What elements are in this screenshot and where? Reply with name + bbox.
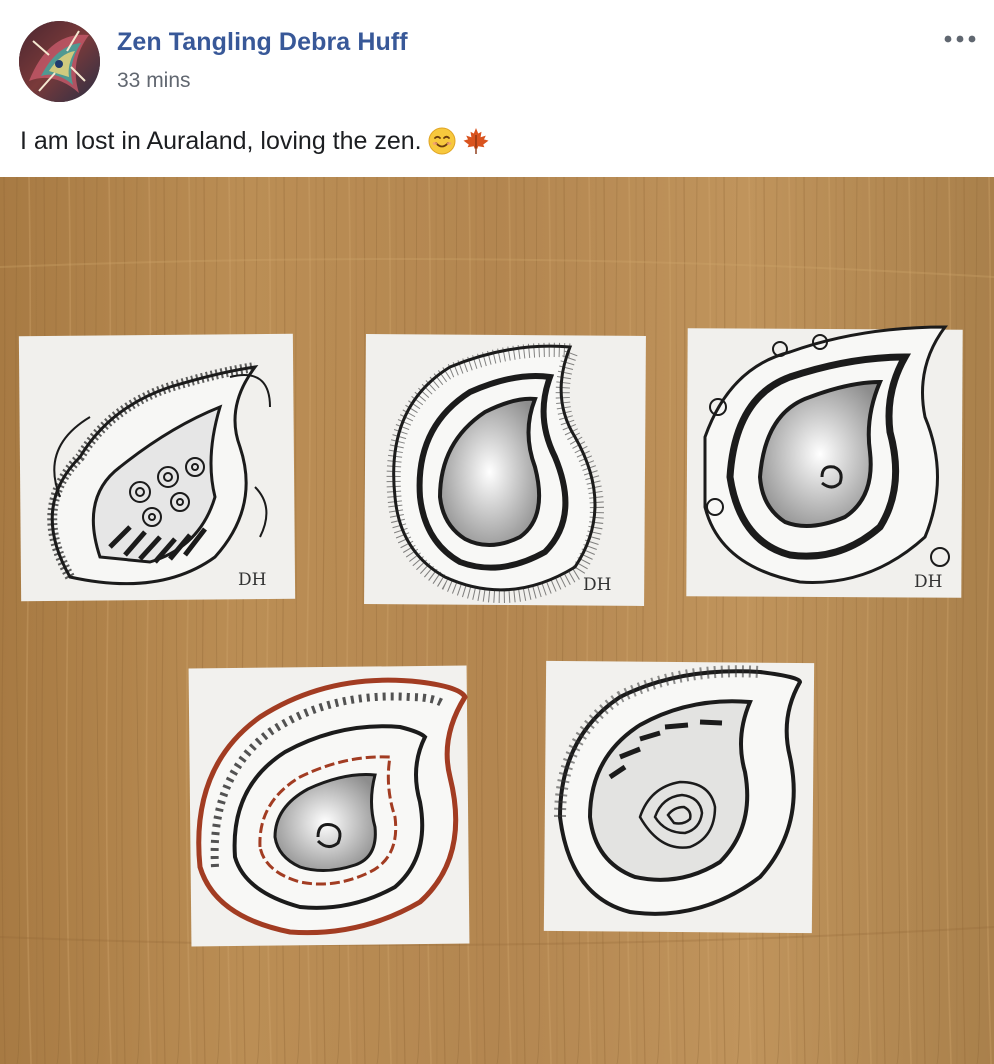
avatar-tangle-art-icon (19, 21, 100, 102)
zentangle-tile-2: DH (364, 334, 646, 606)
facebook-post: Zen Tangling Debra Huff 33 mins I am los… (0, 0, 994, 1064)
post-photo[interactable]: DH DH DH (0, 177, 994, 1064)
author-avatar[interactable] (19, 21, 100, 102)
zentangle-tile-1: DH (18, 333, 296, 602)
zentangle-tile-4 (188, 665, 470, 947)
caption-text: I am lost in Auraland, loving the zen. (20, 126, 422, 155)
signature-text: DH (583, 575, 611, 595)
smiling-face-icon (428, 127, 456, 155)
zentangle-tile-5 (543, 660, 815, 934)
zentangle-tile-3: DH (686, 325, 963, 598)
zentangle-tiles-photo: DH DH DH (0, 177, 994, 1064)
more-options-icon (944, 35, 976, 43)
more-options-button[interactable] (940, 28, 980, 50)
signature-text: DH (914, 572, 942, 592)
post-timestamp[interactable]: 33 mins (117, 69, 191, 93)
post-header: Zen Tangling Debra Huff 33 mins (0, 0, 994, 112)
maple-leaf-icon (462, 127, 490, 155)
author-name-link[interactable]: Zen Tangling Debra Huff (117, 28, 408, 57)
signature-text: DH (238, 570, 266, 590)
post-caption: I am lost in Auraland, loving the zen. (20, 121, 490, 161)
